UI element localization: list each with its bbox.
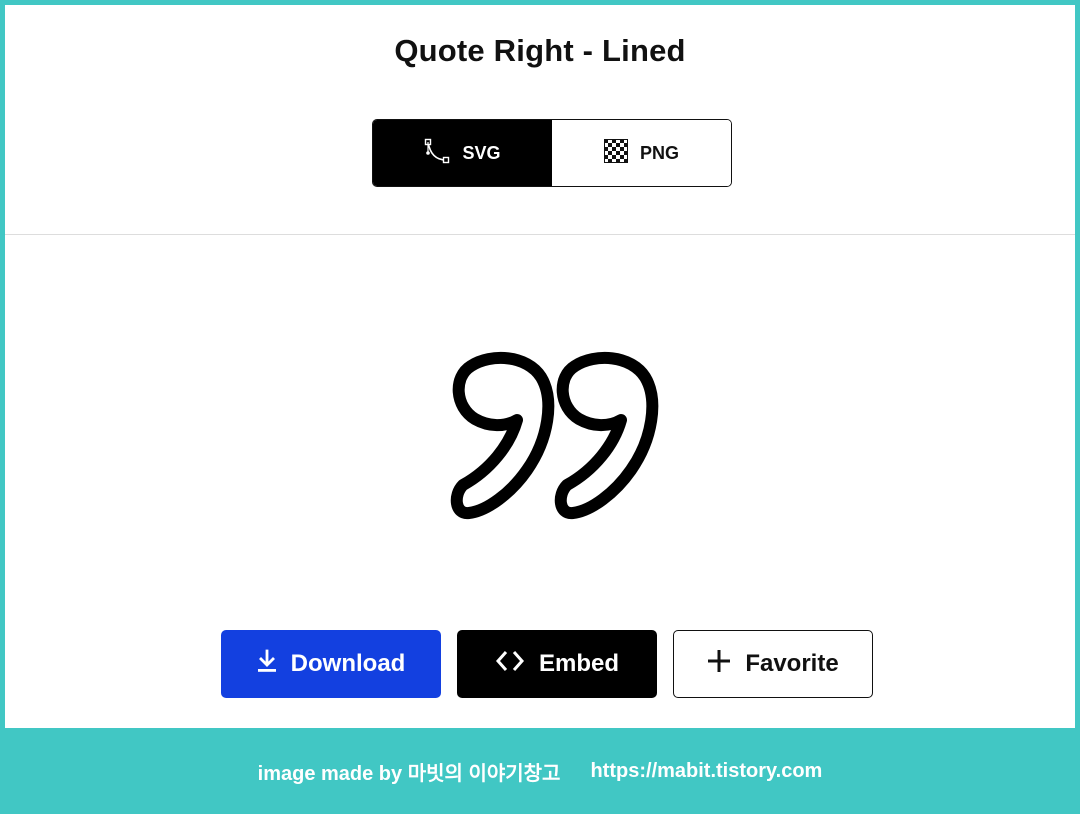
download-label: Download <box>290 650 406 677</box>
format-toggle: SVG PNG <box>372 119 732 187</box>
png-format-label: PNG <box>639 142 679 163</box>
page-frame: Quote Right - Lined SVG PNG <box>5 5 1075 728</box>
page-title: Quote Right - Lined <box>394 33 686 68</box>
plus-icon <box>707 649 731 680</box>
svg-format-button[interactable]: SVG <box>373 120 552 186</box>
checkerboard-icon <box>603 138 628 168</box>
favorite-button[interactable]: Favorite <box>673 630 873 698</box>
footer-credit-bar: image made by 마빗의 이야기창고 https://mabit.ti… <box>0 728 1080 814</box>
png-format-button[interactable]: PNG <box>552 120 731 186</box>
embed-label: Embed <box>538 650 619 677</box>
bezier-curve-icon <box>424 138 450 169</box>
code-brackets-icon <box>495 649 525 680</box>
credit-url: https://mabit.tistory.com <box>590 759 823 782</box>
credit-text: image made by 마빗의 이야기창고 <box>257 762 561 785</box>
quote-right-lined-icon <box>445 345 665 535</box>
download-icon <box>257 649 277 680</box>
download-button[interactable]: Download <box>221 630 441 698</box>
section-divider <box>5 234 1075 235</box>
svg-format-label: SVG <box>462 142 501 163</box>
embed-button[interactable]: Embed <box>457 630 657 698</box>
action-bar: Download Embed Favorite <box>221 630 873 698</box>
favorite-label: Favorite <box>745 650 839 677</box>
